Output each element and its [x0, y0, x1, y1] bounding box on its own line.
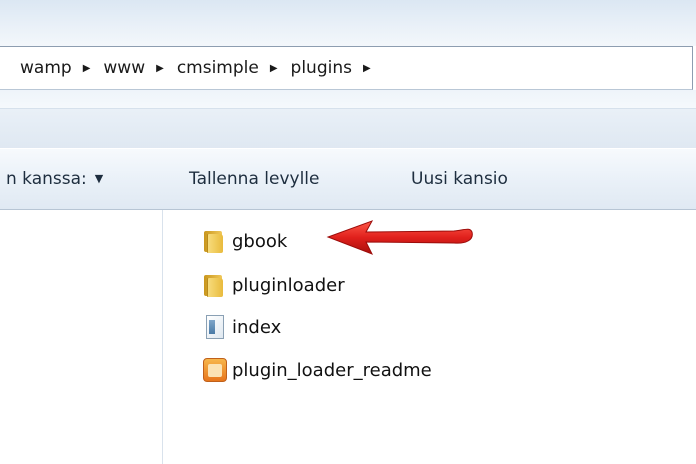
list-item-pluginloader[interactable]: pluginloader [198, 270, 345, 300]
share-with-label: n kanssa: [6, 169, 87, 189]
file-name: index [232, 316, 282, 338]
red-arrow-icon [326, 220, 473, 255]
list-item-gbook[interactable]: gbook [198, 226, 287, 256]
dropdown-arrow-icon: ▼ [94, 172, 104, 185]
window-title-bar [0, 0, 696, 46]
breadcrumb-chevron-icon[interactable]: ▶ [363, 63, 371, 74]
breadcrumb-label: www [103, 58, 146, 78]
save-to-disk-button[interactable]: Tallenna levylle [189, 169, 319, 189]
document-icon [198, 312, 228, 342]
breadcrumb-item-cmsimple[interactable]: cmsimple ▶ [177, 58, 291, 78]
list-item-index[interactable]: index [198, 312, 281, 342]
command-toolbar: n kanssa: ▼ Tallenna levylle Uusi kansio [0, 148, 696, 210]
breadcrumb-chevron-icon[interactable]: ▶ [83, 63, 91, 74]
list-item-plugin-loader-readme[interactable]: plugin_loader_readme [198, 355, 432, 385]
address-bar-divider [0, 90, 696, 108]
folder-icon [198, 270, 228, 300]
breadcrumb-label: plugins [290, 58, 352, 78]
new-folder-button[interactable]: Uusi kansio [411, 169, 508, 189]
file-name: plugin_loader_readme [232, 359, 432, 381]
breadcrumb-chevron-icon[interactable]: ▶ [270, 63, 278, 74]
navigation-pane[interactable] [0, 210, 163, 464]
folder-icon [198, 226, 228, 256]
breadcrumb-chevron-icon[interactable]: ▶ [156, 63, 164, 74]
readme-icon [198, 355, 228, 385]
file-name: pluginloader [232, 274, 345, 296]
address-bar[interactable]: wamp ▶ www ▶ cmsimple ▶ plugins ▶ [0, 46, 693, 90]
file-name: gbook [232, 230, 288, 252]
menu-bar [0, 108, 696, 149]
breadcrumb-label: cmsimple [176, 58, 259, 78]
share-with-button[interactable]: n kanssa: ▼ [6, 169, 103, 189]
breadcrumb-label: wamp [20, 58, 72, 78]
breadcrumb-item-plugins[interactable]: plugins ▶ [291, 58, 384, 78]
breadcrumb-item-wamp[interactable]: wamp ▶ [20, 58, 103, 78]
breadcrumb-item-www[interactable]: www ▶ [103, 58, 176, 78]
